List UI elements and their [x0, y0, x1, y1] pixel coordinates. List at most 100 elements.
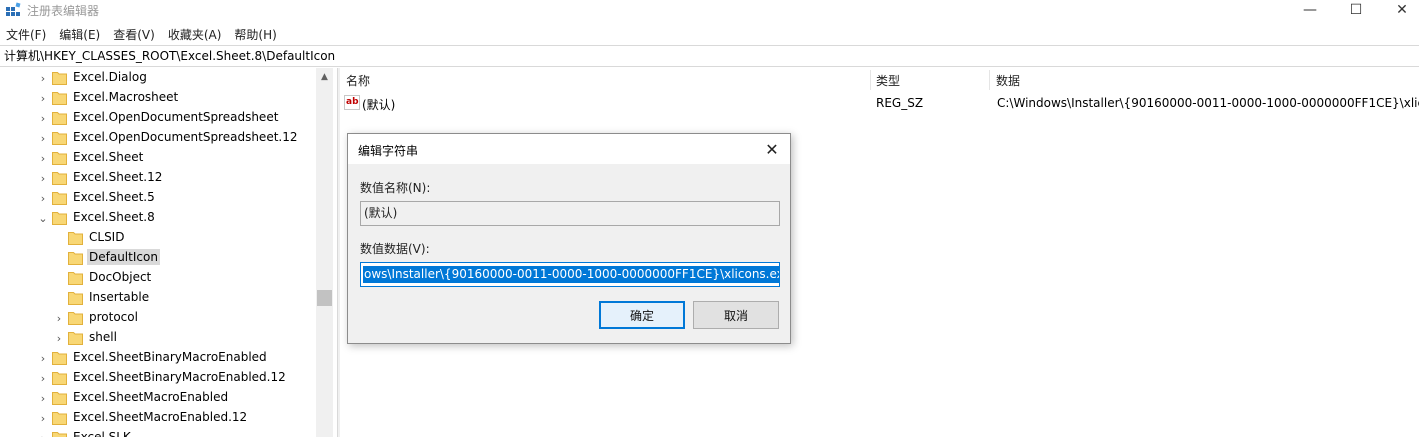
folder-icon [52, 212, 67, 225]
tree-item[interactable]: Insertable [0, 288, 316, 308]
tree-item-label: DefaultIcon [87, 249, 160, 265]
tree-item-label: Excel.SheetMacroEnabled [73, 390, 229, 404]
chevron-right-icon[interactable]: › [38, 373, 48, 384]
value-name-cell: (默认) [362, 98, 396, 112]
tree-item-label: Excel.Macrosheet [73, 90, 179, 104]
column-header-data[interactable]: 数据 [996, 72, 1020, 89]
chevron-right-icon[interactable]: › [38, 73, 48, 84]
title-bar: 注册表编辑器 — ☐ ✕ [0, 0, 1419, 20]
close-window-button[interactable]: ✕ [1379, 0, 1419, 20]
tree-item-label: Excel.OpenDocumentSpreadsheet.12 [73, 130, 298, 144]
tree-item[interactable]: › Excel.Macrosheet [0, 88, 316, 108]
folder-icon [52, 112, 67, 125]
scrollbar-thumb[interactable] [317, 290, 332, 306]
value-name-label: 数值名称(N): [360, 181, 431, 195]
tree-item[interactable]: › Excel.Sheet [0, 148, 316, 168]
pane-splitter[interactable] [337, 68, 340, 437]
tree-item-label: protocol [89, 310, 138, 324]
menu-bar: 文件(F) 编辑(E) 查看(V) 收藏夹(A) 帮助(H) [0, 23, 1419, 45]
chevron-right-icon[interactable]: › [38, 133, 48, 144]
folder-icon [68, 252, 83, 265]
address-bar[interactable]: 计算机\HKEY_CLASSES_ROOT\Excel.Sheet.8\Defa… [0, 45, 1419, 67]
chevron-down-icon[interactable]: ⌄ [38, 213, 48, 224]
maximize-button[interactable]: ☐ [1333, 0, 1379, 20]
tree-item[interactable]: › Excel.SheetMacroEnabled [0, 388, 316, 408]
tree-item-label: Excel.Dialog [73, 70, 147, 84]
tree-item-label: Excel.SheetBinaryMacroEnabled.12 [73, 370, 286, 384]
menu-favorites[interactable]: 收藏夹(A) [168, 26, 222, 43]
chevron-right-icon[interactable]: › [38, 353, 48, 364]
tree-item-label: Insertable [89, 290, 150, 304]
folder-icon [52, 92, 67, 105]
ok-button[interactable]: 确定 [599, 301, 685, 329]
menu-file[interactable]: 文件(F) [6, 26, 46, 43]
tree-item[interactable]: DefaultIcon [0, 248, 316, 268]
chevron-right-icon[interactable]: › [38, 93, 48, 104]
window-title: 注册表编辑器 [27, 4, 100, 18]
chevron-right-icon[interactable]: › [54, 313, 64, 324]
value-data-input[interactable]: ows\Installer\{90160000-0011-0000-1000-0… [360, 262, 780, 287]
registry-tree: › Excel.Dialog › Excel.Macrosheet › Excel.Ope… [0, 68, 333, 437]
tree-item[interactable]: › Excel.SheetMacroEnabled.12 [0, 408, 316, 428]
tree-item-label: shell [89, 330, 117, 344]
tree-item[interactable]: › Excel.Sheet.5 [0, 188, 316, 208]
close-icon[interactable]: ✕ [762, 139, 782, 159]
folder-icon [52, 392, 67, 405]
selected-text: ows\Installer\{90160000-0011-0000-1000-0… [363, 266, 779, 283]
chevron-right-icon[interactable]: › [54, 333, 64, 344]
menu-help[interactable]: 帮助(H) [234, 26, 276, 43]
chevron-right-icon[interactable]: › [38, 113, 48, 124]
tree-item-label: Excel.Sheet.12 [73, 170, 163, 184]
tree-item-label: DocObject [89, 270, 152, 284]
dialog-title-bar: 编辑字符串 ✕ [348, 134, 790, 164]
folder-icon [52, 72, 67, 85]
registry-app-icon [6, 2, 21, 16]
folder-icon [52, 152, 67, 165]
chevron-right-icon[interactable]: › [38, 413, 48, 424]
menu-edit[interactable]: 编辑(E) [59, 26, 100, 43]
column-header-name[interactable]: 名称 [346, 72, 370, 89]
folder-icon [68, 312, 83, 325]
folder-icon [52, 412, 67, 425]
column-divider[interactable] [870, 70, 871, 90]
tree-item[interactable]: › Excel.SLK [0, 428, 316, 437]
tree-item-label: Excel.Sheet.5 [73, 190, 155, 204]
chevron-right-icon[interactable]: › [38, 153, 48, 164]
tree-item[interactable]: › Excel.SheetBinaryMacroEnabled [0, 348, 316, 368]
tree-item[interactable]: › Excel.Sheet.12 [0, 168, 316, 188]
string-value-icon: ab [344, 95, 360, 110]
scroll-up-arrow-icon[interactable]: ▲ [316, 68, 333, 85]
value-data-label: 数值数据(V): [360, 242, 430, 256]
tree-item[interactable]: › Excel.Dialog [0, 68, 316, 88]
tree-item-label: Excel.SheetBinaryMacroEnabled [73, 350, 267, 364]
tree-item[interactable]: CLSID [0, 228, 316, 248]
tree-item[interactable]: › protocol [0, 308, 316, 328]
folder-icon [52, 352, 67, 365]
tree-item-label: Excel.Sheet.8 [73, 210, 155, 224]
folder-icon [52, 432, 67, 437]
tree-item[interactable]: › shell [0, 328, 316, 348]
tree-item[interactable]: › Excel.OpenDocumentSpreadsheet.12 [0, 128, 316, 148]
tree-item[interactable]: ⌄ Excel.Sheet.8 [0, 208, 316, 228]
folder-icon [68, 272, 83, 285]
folder-icon [52, 192, 67, 205]
tree-scrollbar[interactable]: ▲ [316, 68, 333, 437]
column-header-type[interactable]: 类型 [876, 72, 900, 89]
value-type-cell: REG_SZ [876, 96, 924, 110]
cancel-button[interactable]: 取消 [693, 301, 779, 329]
tree-item[interactable]: DocObject [0, 268, 316, 288]
column-divider[interactable] [989, 70, 990, 90]
tree-item-label: Excel.OpenDocumentSpreadsheet [73, 110, 279, 124]
minimize-button[interactable]: — [1287, 0, 1333, 20]
table-row[interactable]: ab (默认) REG_SZ C:\Windows\Installer\{901… [341, 93, 1419, 113]
folder-icon [52, 132, 67, 145]
dialog-title: 编辑字符串 [358, 144, 419, 158]
chevron-right-icon[interactable]: › [38, 173, 48, 184]
menu-view[interactable]: 查看(V) [113, 26, 155, 43]
chevron-right-icon[interactable]: › [38, 393, 48, 404]
tree-item[interactable]: › Excel.SheetBinaryMacroEnabled.12 [0, 368, 316, 388]
tree-item-label: Excel.SheetMacroEnabled.12 [73, 410, 248, 424]
chevron-right-icon[interactable]: › [38, 433, 48, 437]
chevron-right-icon[interactable]: › [38, 193, 48, 204]
tree-item[interactable]: › Excel.OpenDocumentSpreadsheet [0, 108, 316, 128]
